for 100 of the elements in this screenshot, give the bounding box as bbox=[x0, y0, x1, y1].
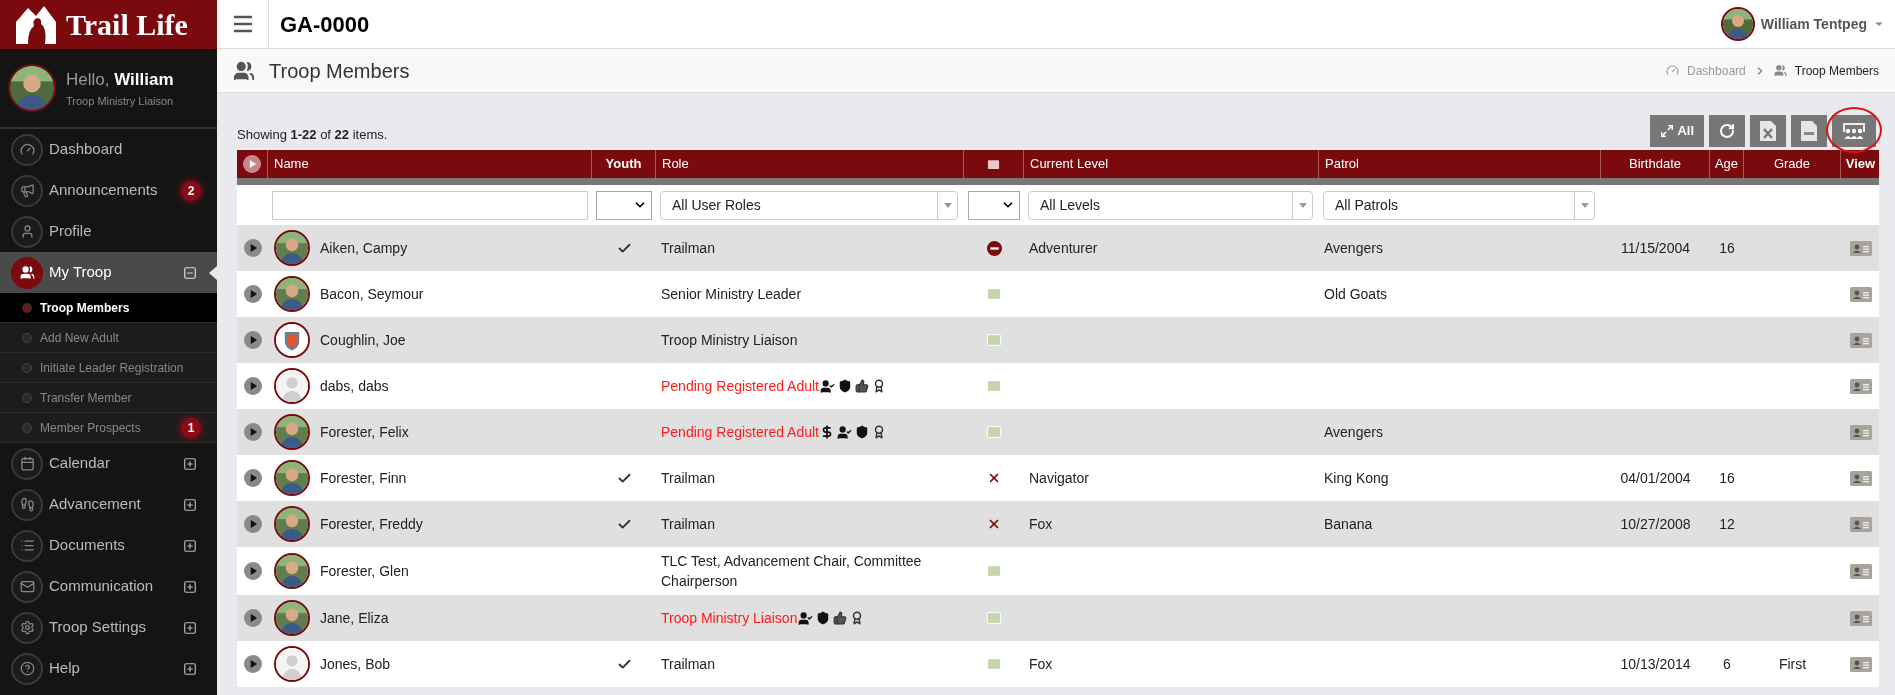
shield-icon bbox=[855, 425, 869, 439]
expand-row-icon[interactable] bbox=[243, 562, 262, 580]
filter-dropdown[interactable]: All Levels bbox=[1028, 190, 1313, 220]
collapse-icon[interactable] bbox=[183, 265, 197, 280]
filter-dropdown[interactable]: All User Roles bbox=[660, 190, 958, 220]
age: 12 bbox=[1719, 514, 1735, 534]
expand-row-icon[interactable] bbox=[243, 609, 262, 627]
contact-card-icon[interactable] bbox=[1849, 610, 1872, 626]
member-name: Jones, Bob bbox=[320, 654, 391, 674]
nav-item[interactable]: Advancement bbox=[0, 484, 217, 525]
user-check-icon bbox=[820, 378, 835, 394]
expand-row-icon[interactable] bbox=[243, 331, 262, 349]
expand-row-icon[interactable] bbox=[243, 515, 262, 533]
expand-row-icon[interactable] bbox=[243, 423, 262, 441]
column-header[interactable]: Age bbox=[1714, 154, 1739, 174]
column-header[interactable]: Birthdate bbox=[1628, 154, 1681, 174]
age: 16 bbox=[1719, 468, 1735, 488]
column-header[interactable]: Current Level bbox=[1030, 154, 1109, 174]
user-check-icon bbox=[837, 424, 852, 440]
birthdate: 11/15/2004 bbox=[1621, 238, 1690, 258]
subnav-item[interactable]: Initiate Leader Registration bbox=[0, 353, 217, 383]
contact-card-icon[interactable] bbox=[1849, 470, 1872, 486]
contact-card-icon[interactable] bbox=[1849, 656, 1872, 672]
group-button[interactable] bbox=[1832, 115, 1876, 147]
expand-all-button[interactable]: All bbox=[1650, 115, 1704, 147]
csv-file-icon bbox=[1801, 121, 1817, 141]
expand-row-icon[interactable] bbox=[243, 377, 262, 395]
column-header[interactable]: Grade bbox=[1773, 154, 1811, 174]
expand-row-icon[interactable] bbox=[243, 469, 262, 487]
excel-button[interactable] bbox=[1750, 115, 1786, 147]
nav-item[interactable]: Dashboard bbox=[0, 129, 217, 170]
nav-item[interactable]: Profile bbox=[0, 211, 217, 252]
nav-item[interactable]: My Troop bbox=[0, 252, 217, 293]
patrol-name: Banana bbox=[1324, 515, 1373, 532]
expand-icon[interactable] bbox=[183, 497, 197, 512]
user-icon bbox=[19, 224, 35, 239]
contact-card-icon[interactable] bbox=[1849, 378, 1872, 394]
member-role: Trailman bbox=[661, 469, 715, 488]
column-header[interactable]: View bbox=[1845, 154, 1876, 174]
greeting-text: Hello, bbox=[66, 70, 110, 89]
award-icon bbox=[872, 379, 886, 393]
thumbs-up-icon bbox=[833, 611, 848, 625]
expand-icon[interactable] bbox=[183, 620, 197, 635]
member-role: Troop Ministry Liaison bbox=[661, 331, 798, 350]
selection-pointer-icon bbox=[209, 266, 217, 280]
nav-item[interactable]: Documents bbox=[0, 525, 217, 566]
subnav-item[interactable]: Transfer Member bbox=[0, 383, 217, 413]
users-icon bbox=[19, 265, 35, 280]
member-role: Pending Registered Adult bbox=[661, 423, 819, 442]
refresh-button[interactable] bbox=[1709, 115, 1745, 147]
expand-row-icon[interactable] bbox=[243, 655, 262, 673]
expand-row-icon[interactable] bbox=[243, 239, 262, 257]
member-name: Bacon, Seymour bbox=[320, 284, 424, 304]
patrol-name: Old Goats bbox=[1324, 285, 1388, 302]
name-filter-field[interactable] bbox=[272, 190, 588, 220]
subnav-item[interactable]: Troop Members bbox=[0, 293, 217, 323]
nav-item[interactable]: Calendar bbox=[0, 443, 217, 484]
contact-card-icon[interactable] bbox=[1849, 332, 1872, 348]
expand-all-icon[interactable] bbox=[243, 155, 261, 173]
current-level: Navigator bbox=[1029, 469, 1089, 486]
patrol-name: Avengers bbox=[1324, 423, 1383, 440]
column-header[interactable]: Name bbox=[274, 154, 309, 174]
current-level: Adventurer bbox=[1029, 239, 1098, 256]
member-role: TLC Test, Advancement Chair, Committee Chairperson bbox=[661, 552, 923, 591]
filter-dropdown[interactable]: All Patrols bbox=[1323, 190, 1595, 220]
contact-card-icon[interactable] bbox=[1849, 240, 1872, 256]
logo-text: Trail Life bbox=[66, 9, 188, 40]
nav-item[interactable]: Help bbox=[0, 648, 217, 689]
avatar-icon bbox=[274, 646, 310, 682]
column-header[interactable]: Youth bbox=[605, 154, 642, 174]
contact-card-icon[interactable] bbox=[1849, 563, 1872, 579]
nav-item[interactable]: Troop Settings bbox=[0, 607, 217, 648]
contact-card-icon[interactable] bbox=[1849, 424, 1872, 440]
expand-row-icon[interactable] bbox=[243, 285, 262, 303]
column-header[interactable]: Patrol bbox=[1325, 154, 1359, 174]
grade: First bbox=[1778, 654, 1807, 674]
excel-file-icon bbox=[1760, 121, 1776, 141]
contact-card-icon[interactable] bbox=[1849, 286, 1872, 302]
expand-icon[interactable] bbox=[183, 579, 197, 594]
expand-icon[interactable] bbox=[183, 538, 197, 553]
csv-button[interactable] bbox=[1791, 115, 1827, 147]
users-icon bbox=[1773, 64, 1787, 77]
column-header[interactable]: Role bbox=[662, 154, 689, 174]
subnav-item[interactable]: Add New Adult bbox=[0, 323, 217, 353]
expand-icon[interactable] bbox=[183, 661, 197, 676]
birthdate: 04/01/2004 bbox=[1620, 468, 1691, 488]
shield-icon bbox=[274, 322, 310, 358]
user-menu[interactable]: William Tentpeg bbox=[1720, 7, 1885, 41]
birthdate: 10/27/2008 bbox=[1620, 514, 1691, 534]
expand-icon[interactable] bbox=[183, 456, 197, 471]
no-entry-icon bbox=[986, 240, 1002, 256]
member-role: Senior Ministry Leader bbox=[661, 285, 802, 304]
user-role: Troop Ministry Liaison bbox=[66, 93, 174, 109]
current-level: Fox bbox=[1029, 515, 1053, 532]
nav-item[interactable]: Communication bbox=[0, 566, 217, 607]
caret-icon bbox=[943, 202, 952, 208]
subnav-item[interactable]: Member Prospects 1 bbox=[0, 413, 217, 443]
nav-item[interactable]: Announcements 2 bbox=[0, 170, 217, 211]
contact-card-icon[interactable] bbox=[1849, 516, 1872, 532]
patrol-name: King Kong bbox=[1324, 469, 1389, 486]
